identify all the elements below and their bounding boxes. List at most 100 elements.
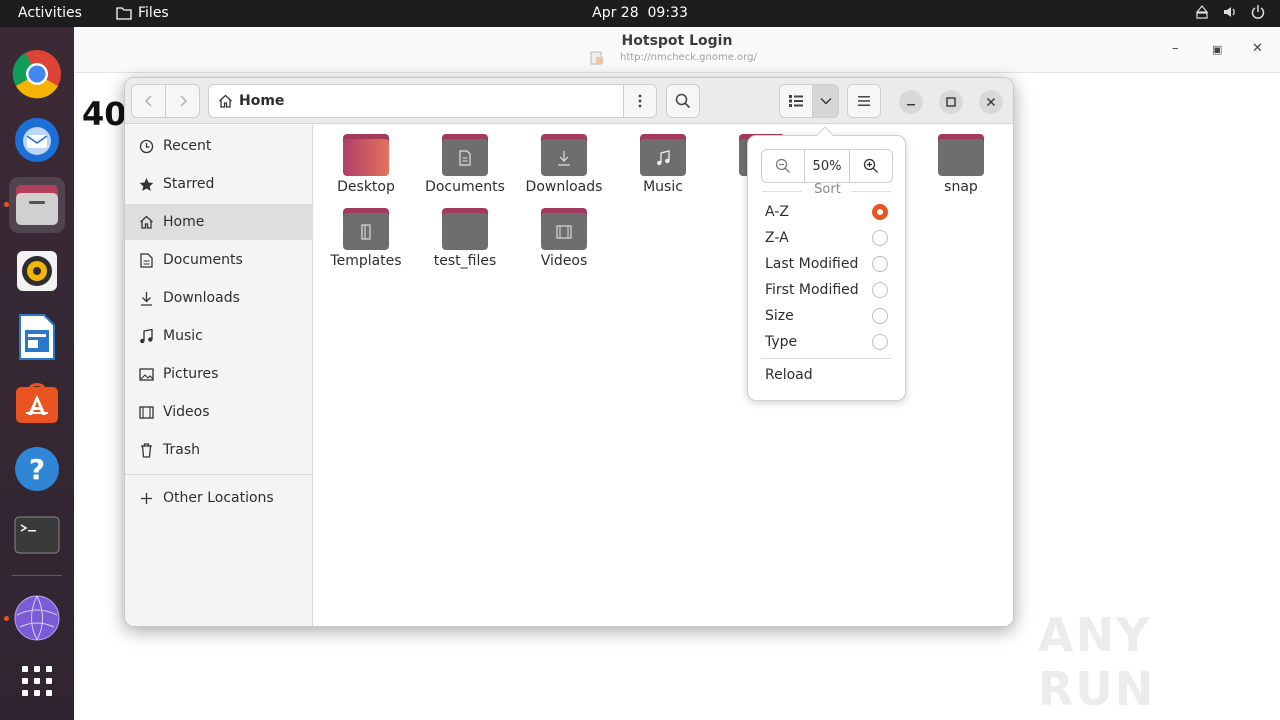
path-bar[interactable]: Home <box>208 84 624 118</box>
date-label: Apr 28 <box>592 5 639 21</box>
sidebar-item-label: Other Locations <box>163 490 274 506</box>
app-menu[interactable]: Files <box>116 5 169 21</box>
sidebar-item-label: Downloads <box>163 290 240 306</box>
zoom-level[interactable]: 50% <box>803 150 851 182</box>
back-button[interactable] <box>131 84 166 118</box>
sort-label: Sort <box>814 182 841 197</box>
sort-option-type[interactable]: Type <box>748 329 905 355</box>
dock-network[interactable] <box>9 590 65 646</box>
dock-files[interactable] <box>9 177 65 233</box>
sidebar-item-pictures[interactable]: Pictures <box>125 356 313 392</box>
top-bar: Activities Files Apr 28 09:33 <box>0 0 1280 27</box>
sidebar-item-downloads[interactable]: Downloads <box>125 280 313 316</box>
folder-desktop[interactable]: Desktop <box>318 125 414 195</box>
clock-button[interactable]: Apr 28 09:33 <box>592 5 688 21</box>
folder-name: Downloads <box>525 179 603 195</box>
dock-app-grid[interactable] <box>9 653 65 709</box>
dock-separator <box>12 575 62 576</box>
sidebar-item-documents[interactable]: Documents <box>125 242 313 278</box>
folder-music[interactable]: Music <box>615 125 711 195</box>
sort-option-z-a[interactable]: Z-A <box>748 225 905 251</box>
maximize-icon <box>946 97 956 107</box>
sort-option-label: First Modified <box>765 282 859 298</box>
close-icon <box>987 98 995 106</box>
folder-name: Desktop <box>337 179 395 195</box>
dock-terminal[interactable] <box>9 507 65 563</box>
folder-name: Music <box>643 179 683 195</box>
folder-documents[interactable]: Documents <box>417 125 513 195</box>
sidebar-item-videos[interactable]: Videos <box>125 394 313 430</box>
sort-option-size[interactable]: Size <box>748 303 905 329</box>
maximize-button[interactable] <box>939 90 963 114</box>
main-menu-button[interactable] <box>847 84 881 118</box>
app-menu-label: Files <box>138 5 169 21</box>
sort-option-first-modified[interactable]: First Modified <box>748 277 905 303</box>
view-options-button[interactable] <box>812 84 839 118</box>
radio-selected[interactable] <box>872 204 888 220</box>
sidebar-separator <box>125 474 313 475</box>
radio-unselected[interactable] <box>872 282 888 298</box>
system-tray[interactable] <box>1194 4 1266 20</box>
folder-snap[interactable]: snap <box>913 125 1009 195</box>
sidebar-item-home[interactable]: Home <box>125 204 313 240</box>
radio-unselected[interactable] <box>872 334 888 350</box>
thunderbird-icon <box>15 118 59 162</box>
restore-icon[interactable]: ▣ <box>1212 43 1222 56</box>
videos-folder-icon <box>541 208 587 250</box>
sort-option-label: A-Z <box>765 204 789 220</box>
zoom-out-button[interactable] <box>762 150 804 182</box>
path-menu-button[interactable] <box>623 84 657 118</box>
folder-test-files[interactable]: test_files <box>417 199 513 269</box>
network-icon <box>14 595 60 641</box>
time-label: 09:33 <box>647 5 688 21</box>
sidebar-item-music[interactable]: Music <box>125 318 313 354</box>
volume-icon <box>1224 7 1235 17</box>
sidebar-item-label: Music <box>163 328 203 344</box>
zoom-in-button[interactable] <box>850 150 892 182</box>
sidebar-item-other-locations[interactable]: Other Locations <box>125 480 313 516</box>
home-icon <box>219 94 232 108</box>
file-grid: Desktop Documents Downloads Music snap T… <box>314 125 1013 626</box>
sort-option-label: Last Modified <box>765 256 859 272</box>
star-icon <box>138 176 154 192</box>
search-button[interactable] <box>666 84 700 118</box>
sort-option-a-z[interactable]: A-Z <box>748 199 905 225</box>
sidebar-item-recent[interactable]: Recent <box>125 128 313 164</box>
dock-software[interactable] <box>9 375 65 431</box>
close-icon[interactable]: ✕ <box>1252 41 1263 56</box>
activities-button[interactable]: Activities <box>18 5 82 21</box>
radio-unselected[interactable] <box>872 308 888 324</box>
dock-chrome[interactable] <box>9 46 65 102</box>
folder-videos[interactable]: Videos <box>516 199 612 269</box>
radio-unselected[interactable] <box>872 256 888 272</box>
sidebar-item-starred[interactable]: Starred <box>125 166 313 202</box>
folder-name: test_files <box>433 253 497 269</box>
dock-writer[interactable] <box>9 309 65 365</box>
popover-separator <box>761 358 892 359</box>
reload-button[interactable]: Reload <box>748 362 905 388</box>
chevron-right-icon <box>180 95 187 107</box>
minimize-icon[interactable]: – <box>1172 41 1179 56</box>
list-view-button[interactable] <box>779 84 813 118</box>
sidebar-item-trash[interactable]: Trash <box>125 432 313 468</box>
folder-name: snap <box>944 179 978 195</box>
browser-titlebar[interactable]: Hotspot Login http://nmcheck.gnome.org/ … <box>74 27 1280 73</box>
watermark: ANY RUN <box>1038 608 1156 716</box>
folder-templates[interactable]: Templates <box>318 199 414 269</box>
radio-unselected[interactable] <box>872 230 888 246</box>
dock-thunderbird[interactable] <box>9 111 65 167</box>
sort-option-last-modified[interactable]: Last Modified <box>748 251 905 277</box>
close-button[interactable] <box>979 90 1003 114</box>
folder-downloads[interactable]: Downloads <box>516 125 612 195</box>
minimize-button[interactable] <box>899 90 923 114</box>
clock: Apr 28 09:33 <box>0 5 1280 21</box>
download-icon <box>138 290 154 306</box>
sidebar-item-label: Pictures <box>163 366 219 382</box>
forward-button[interactable] <box>165 84 200 118</box>
dock-help[interactable]: ? <box>9 441 65 497</box>
home-icon <box>138 214 154 230</box>
terminal-icon <box>14 516 60 554</box>
folder-name: Videos <box>540 253 588 269</box>
zoom-controls: 50% <box>761 149 893 183</box>
dock-rhythmbox[interactable] <box>9 243 65 299</box>
